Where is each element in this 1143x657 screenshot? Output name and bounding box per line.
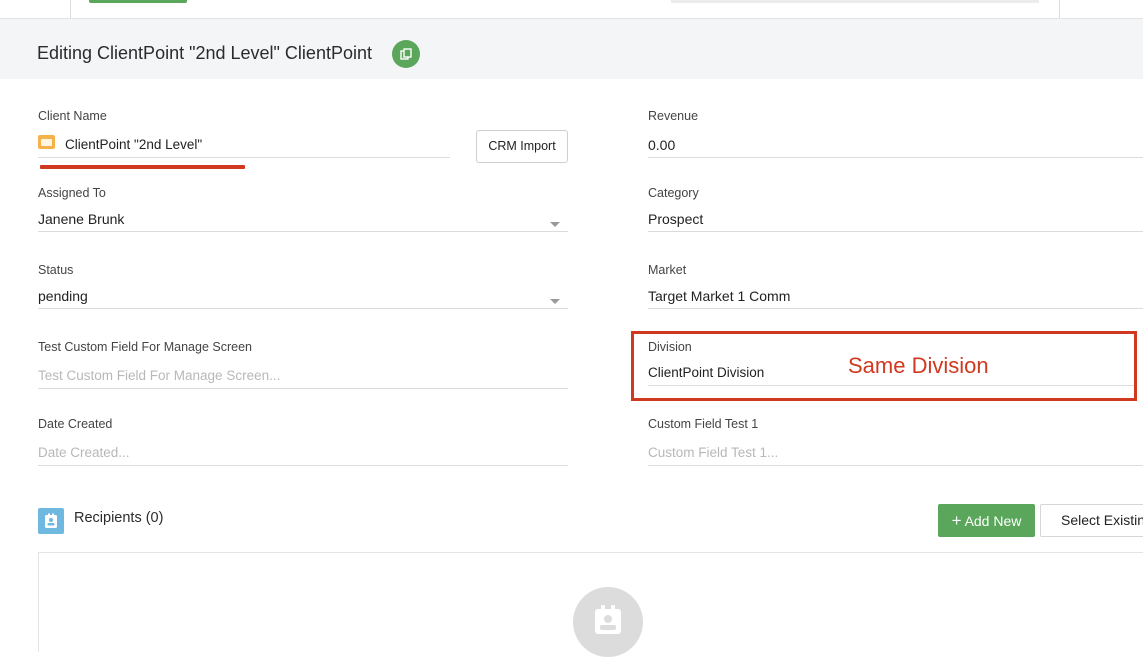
custom-field-test-1[interactable]: Custom Field Test 1 Custom Field Test 1.… xyxy=(648,417,1143,467)
add-new-label: Add New xyxy=(964,513,1022,529)
custom-field-test-1-underline xyxy=(648,465,1143,466)
revenue-field[interactable]: Revenue 0.00 xyxy=(648,109,1143,159)
annotation-text: Same Division xyxy=(848,353,989,378)
assigned-to-underline xyxy=(38,231,568,232)
revenue-underline xyxy=(648,157,1143,158)
test-custom-label: Test Custom Field For Manage Screen xyxy=(38,340,252,354)
client-name-field: Client Name ClientPoint "2nd Level" xyxy=(38,109,450,159)
revenue-label: Revenue xyxy=(648,109,699,123)
contact-card-icon xyxy=(38,508,64,534)
select-existing-button[interactable]: Select Existing xyxy=(1040,504,1143,537)
copy-icon xyxy=(400,48,412,60)
annotation-underline xyxy=(40,165,245,169)
assigned-to-select[interactable]: Janene Brunk xyxy=(38,211,124,227)
page-header: Editing ClientPoint "2nd Level" ClientPo… xyxy=(0,19,1143,79)
client-name-underline xyxy=(38,157,450,158)
category-label: Category xyxy=(648,186,699,200)
test-custom-field[interactable]: Test Custom Field For Manage Screen Test… xyxy=(38,340,568,390)
page-title: Editing ClientPoint "2nd Level" ClientPo… xyxy=(37,43,372,63)
category-field[interactable]: Category Prospect xyxy=(648,186,1143,234)
market-label: Market xyxy=(648,263,687,277)
date-created-field[interactable]: Date Created Date Created... xyxy=(38,417,568,467)
client-name-input[interactable]: ClientPoint "2nd Level" xyxy=(65,137,202,152)
status-select[interactable]: pending xyxy=(38,288,88,304)
folder-icon xyxy=(38,135,55,149)
nav-search-bar[interactable] xyxy=(671,0,1039,3)
chevron-down-icon[interactable] xyxy=(550,222,560,227)
custom-field-test-1-label: Custom Field Test 1 xyxy=(648,417,759,431)
status-field[interactable]: Status pending xyxy=(38,263,568,311)
navbar-divider xyxy=(70,0,71,18)
test-custom-input[interactable]: Test Custom Field For Manage Screen... xyxy=(38,368,280,383)
add-new-button[interactable]: + Add New xyxy=(938,504,1035,537)
date-created-underline xyxy=(38,465,568,466)
date-created-input[interactable]: Date Created... xyxy=(38,445,130,460)
contact-card-icon xyxy=(573,587,643,657)
status-label: Status xyxy=(38,263,74,277)
category-select[interactable]: Prospect xyxy=(648,211,703,227)
test-custom-underline xyxy=(38,388,568,389)
status-underline xyxy=(38,308,568,309)
date-created-label: Date Created xyxy=(38,417,113,431)
copy-button[interactable] xyxy=(392,40,420,68)
top-navbar xyxy=(0,0,1143,19)
plus-icon: + xyxy=(951,511,962,530)
market-underline xyxy=(648,308,1143,309)
chevron-down-icon[interactable] xyxy=(550,299,560,304)
client-name-label: Client Name xyxy=(38,109,107,123)
navbar-divider xyxy=(1059,0,1060,18)
assigned-to-label: Assigned To xyxy=(38,186,106,200)
custom-field-test-1-input[interactable]: Custom Field Test 1... xyxy=(648,445,778,460)
market-select[interactable]: Target Market 1 Comm xyxy=(648,288,790,304)
crm-import-button[interactable]: CRM Import xyxy=(476,130,568,163)
assigned-to-field[interactable]: Assigned To Janene Brunk xyxy=(38,186,568,234)
revenue-input[interactable]: 0.00 xyxy=(648,137,675,153)
recipients-title: Recipients (0) xyxy=(74,510,164,526)
nav-active-button[interactable] xyxy=(89,0,187,3)
market-field[interactable]: Market Target Market 1 Comm xyxy=(648,263,1143,311)
category-underline xyxy=(648,231,1143,232)
